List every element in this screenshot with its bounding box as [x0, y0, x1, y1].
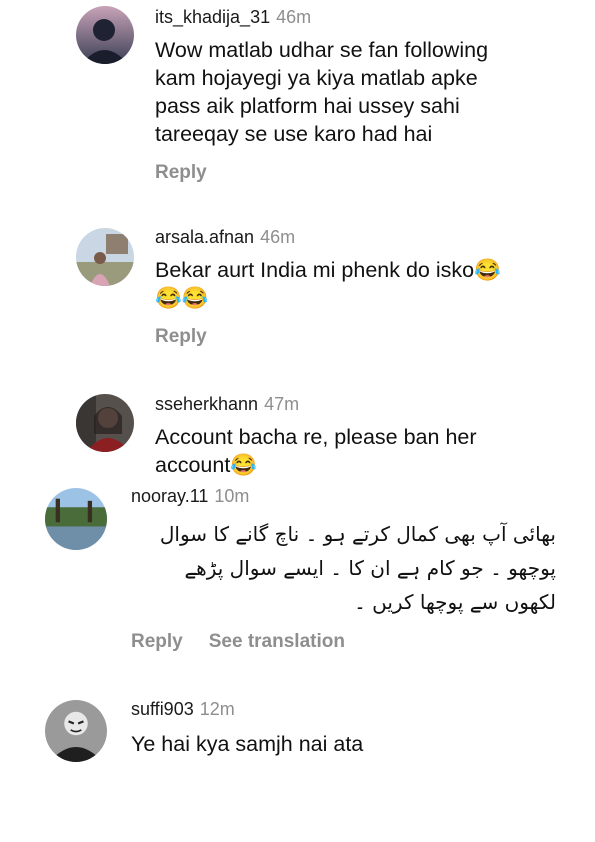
avatar[interactable]: [76, 6, 134, 64]
see-translation-button[interactable]: See translation: [209, 631, 345, 652]
reply-button[interactable]: Reply: [155, 326, 207, 347]
comment-text: Ye hai kya samjh nai ata: [131, 732, 364, 756]
dark-portrait-avatar-icon: [76, 6, 134, 64]
avatar[interactable]: [76, 228, 134, 286]
comment-username[interactable]: arsala.afnan: [155, 227, 254, 247]
comment-timestamp: 46m: [276, 7, 312, 27]
landscape-avatar-icon: [45, 488, 107, 550]
reply-button[interactable]: Reply: [155, 162, 207, 183]
comment-text: Account bacha re, please ban her account…: [155, 425, 477, 477]
comment-username[interactable]: its_khadija_31: [155, 7, 270, 27]
comment-text: Wow matlab udhar se fan following kam ho…: [155, 38, 489, 146]
outdoor-person-avatar-icon: [76, 228, 134, 286]
comment-text: Bekar aurt India mi phenk do isko😂 😂😂: [155, 258, 501, 310]
comment-username[interactable]: suffi903: [131, 699, 194, 719]
comment-timestamp: 12m: [199, 699, 235, 719]
avatar[interactable]: [45, 700, 107, 762]
selfie-avatar-icon: [76, 394, 134, 452]
comment-timestamp: 10m: [214, 486, 250, 506]
reply-button[interactable]: Reply: [131, 631, 183, 652]
comment-username[interactable]: nooray.11: [131, 486, 208, 506]
masked-person-avatar-icon: [45, 700, 107, 762]
comment-text: بھائی آپ بھی کمال کرتے ہو ۔ ناچ گانے کا …: [159, 522, 556, 614]
comment-timestamp: 46m: [260, 227, 296, 247]
avatar[interactable]: [76, 394, 134, 452]
comment-timestamp: 47m: [264, 394, 300, 414]
avatar[interactable]: [45, 488, 107, 550]
comment-username[interactable]: sseherkhann: [155, 394, 258, 414]
